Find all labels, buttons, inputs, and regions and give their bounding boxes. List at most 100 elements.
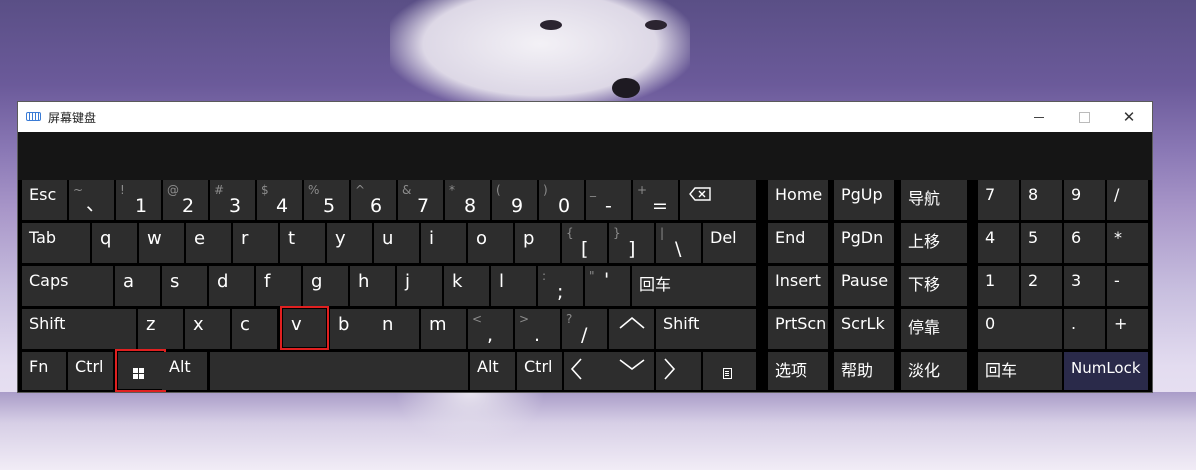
key-right-bracket[interactable]: }]	[609, 223, 654, 263]
key-2[interactable]: @2	[163, 180, 208, 220]
key-num-subtract[interactable]: -	[1107, 266, 1148, 306]
key-enter[interactable]: 回车	[632, 266, 756, 306]
key-num-0[interactable]: 0	[978, 309, 1062, 349]
key-8[interactable]: * 8	[445, 180, 490, 220]
key-num-decimal[interactable]: .	[1064, 309, 1105, 349]
key-num-add[interactable]: +	[1107, 309, 1148, 349]
key-comma[interactable]: <,	[468, 309, 513, 349]
key-esc[interactable]: Esc	[22, 180, 67, 220]
key-u[interactable]: u	[374, 223, 419, 263]
key-f[interactable]: f	[256, 266, 301, 306]
key-help[interactable]: 帮助	[834, 352, 894, 390]
key-num-7[interactable]: 7	[978, 180, 1019, 220]
key-fade[interactable]: 淡化	[901, 352, 967, 390]
key-alt-left[interactable]: Alt	[162, 352, 207, 390]
key-ctrl-left[interactable]: Ctrl	[68, 352, 113, 390]
key-6[interactable]: ^ 6	[351, 180, 396, 220]
key-pgdn[interactable]: PgDn	[834, 223, 894, 263]
key-move-down[interactable]: 下移	[901, 266, 967, 306]
key-context-menu[interactable]	[703, 352, 756, 390]
key-i[interactable]: i	[421, 223, 466, 263]
key-o[interactable]: o	[468, 223, 513, 263]
key-minus[interactable]: _ -	[586, 180, 631, 220]
key-h[interactable]: h	[350, 266, 395, 306]
key-move-up[interactable]: 上移	[901, 223, 967, 263]
key-g[interactable]: g	[303, 266, 348, 306]
key-arrow-left[interactable]	[564, 352, 609, 390]
key-shift-left[interactable]: Shift	[22, 309, 136, 349]
key-arrow-right[interactable]	[656, 352, 701, 390]
key-num-multiply[interactable]: *	[1107, 223, 1148, 263]
key-numlock[interactable]: NumLock	[1064, 352, 1148, 390]
key-tilde[interactable]: ~、	[69, 180, 114, 220]
key-nav[interactable]: 导航	[901, 180, 967, 220]
key-4[interactable]: $4	[257, 180, 302, 220]
key-num-4[interactable]: 4	[978, 223, 1019, 263]
key-semicolon[interactable]: :;	[538, 266, 583, 306]
key-num-3[interactable]: 3	[1064, 266, 1105, 306]
key-prtscn[interactable]: PrtScn	[768, 309, 828, 349]
key-pgup[interactable]: PgUp	[834, 180, 894, 220]
key-end[interactable]: End	[768, 223, 828, 263]
key-b[interactable]: b	[330, 309, 375, 349]
key-period[interactable]: >.	[515, 309, 560, 349]
key-windows[interactable]	[115, 349, 166, 392]
key-arrow-up[interactable]	[609, 309, 654, 349]
maximize-button[interactable]	[1061, 102, 1107, 132]
key-tab[interactable]: Tab	[22, 223, 90, 263]
key-caps[interactable]: Caps	[22, 266, 113, 306]
key-x[interactable]: x	[185, 309, 230, 349]
key-quote[interactable]: " '	[585, 266, 630, 306]
key-num-5[interactable]: 5	[1021, 223, 1062, 263]
key-7[interactable]: & 7	[398, 180, 443, 220]
key-equal[interactable]: + =	[633, 180, 678, 220]
key-d[interactable]: d	[209, 266, 254, 306]
key-0[interactable]: ) 0	[539, 180, 584, 220]
key-del[interactable]: Del	[703, 223, 756, 263]
key-options[interactable]: 选项	[768, 352, 828, 390]
key-p[interactable]: p	[515, 223, 560, 263]
key-3[interactable]: #3	[210, 180, 255, 220]
key-scrlk[interactable]: ScrLk	[834, 309, 894, 349]
key-shift-right[interactable]: Shift	[656, 309, 756, 349]
key-home[interactable]: Home	[768, 180, 828, 220]
close-button[interactable]: ✕	[1106, 102, 1152, 132]
key-e[interactable]: e	[186, 223, 231, 263]
key-s[interactable]: s	[162, 266, 207, 306]
key-num-9[interactable]: 9	[1064, 180, 1105, 220]
key-slash[interactable]: ? /	[562, 309, 607, 349]
title-bar[interactable]: 屏幕键盘 ✕	[18, 102, 1152, 132]
key-backslash[interactable]: | \	[656, 223, 701, 263]
key-backspace[interactable]	[680, 180, 756, 220]
key-a[interactable]: a	[115, 266, 160, 306]
key-c[interactable]: c	[232, 309, 277, 349]
key-v[interactable]: v	[280, 306, 329, 350]
key-fn[interactable]: Fn	[22, 352, 66, 390]
key-5[interactable]: % 5	[304, 180, 349, 220]
minimize-button[interactable]	[1016, 102, 1062, 132]
key-left-bracket[interactable]: {[	[562, 223, 607, 263]
key-num-8[interactable]: 8	[1021, 180, 1062, 220]
key-dock[interactable]: 停靠	[901, 309, 967, 349]
key-j[interactable]: j	[397, 266, 442, 306]
key-l[interactable]: l	[491, 266, 536, 306]
key-k[interactable]: k	[444, 266, 489, 306]
key-num-6[interactable]: 6	[1064, 223, 1105, 263]
key-ctrl-right[interactable]: Ctrl	[517, 352, 562, 390]
key-m[interactable]: m	[421, 309, 466, 349]
key-arrow-down[interactable]	[609, 352, 654, 390]
key-z[interactable]: z	[138, 309, 183, 349]
key-space[interactable]	[210, 352, 468, 390]
key-9[interactable]: (9	[492, 180, 537, 220]
key-alt-right[interactable]: Alt	[470, 352, 515, 390]
key-num-2[interactable]: 2	[1021, 266, 1062, 306]
key-n[interactable]: n	[374, 309, 419, 349]
key-1[interactable]: ! 1	[116, 180, 161, 220]
key-q[interactable]: q	[92, 223, 137, 263]
key-num-enter[interactable]: 回车	[978, 352, 1062, 390]
key-y[interactable]: y	[327, 223, 372, 263]
key-t[interactable]: t	[280, 223, 325, 263]
key-r[interactable]: r	[233, 223, 278, 263]
key-w[interactable]: w	[139, 223, 184, 263]
key-pause[interactable]: Pause	[834, 266, 894, 306]
